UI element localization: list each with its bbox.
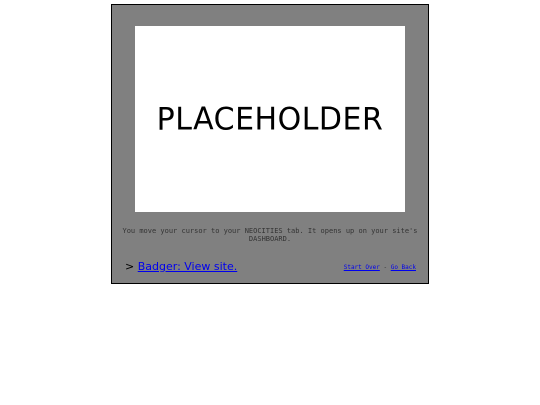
panel-image: PLACEHOLDER (135, 26, 405, 212)
start-over-link[interactable]: Start Over (344, 264, 380, 271)
command-prompt-symbol: > (125, 260, 138, 273)
story-nav-links: Start Over - Go Back (344, 264, 416, 271)
panel-caption: You move your cursor to your NEOCITIES t… (122, 227, 418, 243)
nav-separator: - (383, 264, 391, 271)
go-back-link[interactable]: Go Back (391, 264, 416, 271)
next-command-row: > Badger: View site. (125, 260, 237, 273)
placeholder-image-text: PLACEHOLDER (156, 100, 384, 138)
story-panel: PLACEHOLDER You move your cursor to your… (111, 4, 429, 284)
next-command-link[interactable]: Badger: View site. (138, 260, 238, 273)
